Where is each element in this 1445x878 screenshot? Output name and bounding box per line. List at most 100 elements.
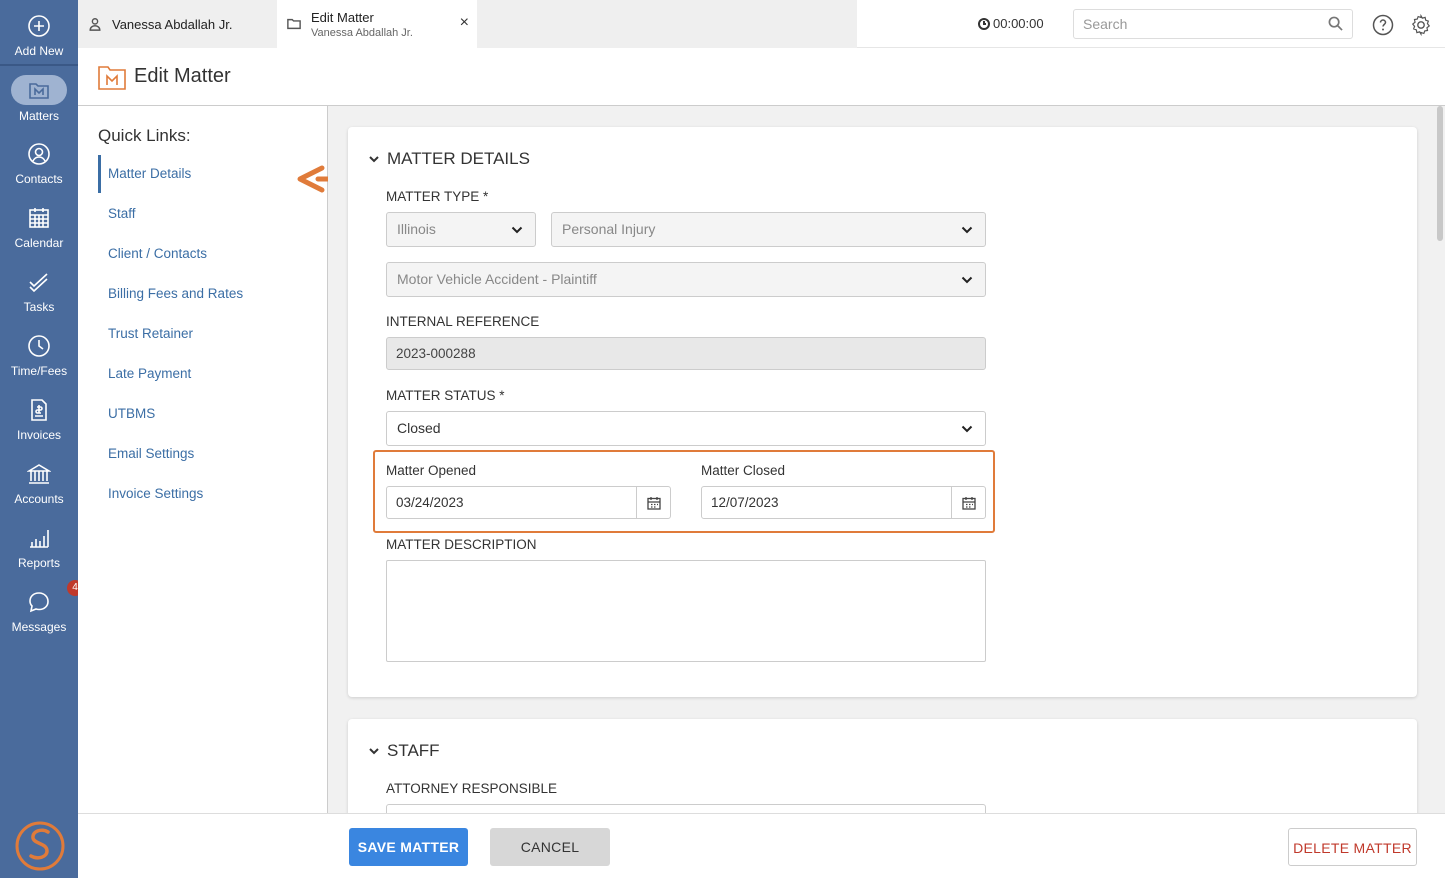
delete-matter-button[interactable]: DELETE MATTER (1288, 828, 1417, 866)
chevron-down-icon (369, 156, 379, 163)
chevron-down-icon (961, 425, 973, 433)
field-divider (636, 487, 637, 518)
scrollbar[interactable] (1435, 106, 1445, 813)
matter-details-header[interactable]: MATTER DETAILS (368, 149, 530, 169)
rail-label: Tasks (23, 300, 55, 314)
internal-reference-label: INTERNAL REFERENCE (386, 314, 540, 329)
quick-link-staff[interactable]: Staff (98, 195, 298, 233)
search-input[interactable] (1073, 9, 1353, 39)
matter-closed-date-field[interactable]: 12/07/2023 (701, 486, 986, 519)
tab-edit-matter[interactable]: Edit Matter Vanessa Abdallah Jr. × (277, 0, 477, 48)
date-value: 03/24/2023 (396, 495, 464, 510)
help-icon[interactable] (1372, 14, 1394, 36)
timer[interactable]: 00:00:00 (978, 16, 1044, 31)
chevron-down-icon (961, 276, 973, 284)
field-divider (951, 487, 952, 518)
chevron-down-icon (511, 226, 523, 234)
quick-link-invoice-settings[interactable]: Invoice Settings (98, 475, 298, 513)
rail-item-time-fees[interactable]: Time/Fees (0, 332, 78, 392)
tab-subtitle: Vanessa Abdallah Jr. (311, 26, 413, 39)
quick-link-late-payment[interactable]: Late Payment (98, 355, 298, 393)
user-icon (89, 18, 101, 31)
top-bar: Vanessa Abdallah Jr. Edit Matter Vanessa… (78, 0, 1445, 48)
tab-bar-empty (477, 0, 857, 48)
rail-item-add-new[interactable]: Add New (0, 12, 78, 72)
folder-icon (287, 18, 301, 30)
scrollbar-thumb[interactable] (1437, 106, 1443, 241)
matter-folder-icon (98, 65, 126, 90)
main-content[interactable]: MATTER DETAILS MATTER TYPE * Illinois Pe… (328, 106, 1445, 813)
quick-link-trust-retainer[interactable]: Trust Retainer (98, 315, 298, 353)
rail-item-matters[interactable]: Matters (0, 75, 78, 135)
page-header: Edit Matter (78, 48, 1445, 106)
staff-header[interactable]: STAFF (368, 741, 440, 761)
matter-description-textarea[interactable] (386, 560, 986, 662)
contacts-icon (25, 140, 53, 168)
matters-icon (11, 75, 67, 105)
staff-card: STAFF ATTORNEY RESPONSIBLE (348, 719, 1417, 813)
matter-closed-label: Matter Closed (701, 463, 786, 478)
save-matter-button[interactable]: SAVE MATTER (349, 828, 468, 866)
timer-value: 00:00:00 (993, 16, 1044, 31)
quick-links-title: Quick Links: (98, 126, 191, 145)
rail-item-invoices[interactable]: Invoices (0, 396, 78, 456)
nav-rail: Add New Matters Contacts Calendar Tasks … (0, 0, 83, 878)
rail-label: Matters (18, 109, 59, 123)
rail-label: Reports (17, 556, 61, 570)
rail-item-accounts[interactable]: Accounts (0, 460, 78, 520)
invoice-icon (25, 396, 53, 424)
timer-icon (978, 17, 990, 30)
matter-subtype-select[interactable]: Motor Vehicle Accident - Plaintiff (386, 262, 986, 297)
gear-icon[interactable] (1410, 14, 1432, 36)
matter-details-card: MATTER DETAILS MATTER TYPE * Illinois Pe… (348, 127, 1417, 697)
rail-item-calendar[interactable]: Calendar (0, 204, 78, 264)
select-value: Closed (397, 420, 441, 436)
close-icon[interactable]: × (460, 14, 469, 32)
rail-item-reports[interactable]: Reports (0, 524, 78, 584)
rail-item-messages[interactable]: 4 Messages (0, 580, 83, 648)
matter-opened-label: Matter Opened (386, 463, 477, 478)
rail-label: Add New (14, 44, 64, 58)
quick-link-email-settings[interactable]: Email Settings (98, 435, 298, 473)
rail-label: Messages (11, 620, 67, 634)
cancel-button[interactable]: CANCEL (490, 828, 610, 866)
page-title: Edit Matter (134, 65, 231, 87)
matter-status-select[interactable]: Closed (386, 411, 986, 446)
select-value: Personal Injury (562, 221, 656, 237)
practice-area-select[interactable]: Personal Injury (551, 212, 986, 247)
rail-label: Time/Fees (10, 364, 68, 378)
chat-icon: 4 (25, 580, 83, 616)
state-select[interactable]: Illinois (386, 212, 536, 247)
rail-item-tasks[interactable]: Tasks (0, 268, 78, 328)
calendar-icon[interactable] (647, 496, 661, 510)
tab-title: Edit Matter (311, 9, 374, 25)
action-bar: SAVE MATTER CANCEL DELETE MATTER (78, 813, 1445, 878)
rail-label: Accounts (14, 492, 64, 506)
matter-description-label: MATTER DESCRIPTION (386, 537, 537, 552)
quick-link-billing-fees[interactable]: Billing Fees and Rates (98, 275, 298, 313)
clock-icon (25, 332, 53, 360)
rail-label: Calendar (14, 236, 64, 250)
section-title: MATTER DETAILS (387, 149, 530, 168)
brand-logo-icon (15, 821, 65, 871)
attorney-responsible-label: ATTORNEY RESPONSIBLE (386, 781, 558, 796)
quick-link-utbms[interactable]: UTBMS (98, 395, 298, 433)
quick-link-matter-details[interactable]: Matter Details (98, 155, 298, 193)
section-title: STAFF (387, 741, 440, 760)
attorney-responsible-select[interactable] (386, 804, 986, 813)
tab-contact[interactable]: Vanessa Abdallah Jr. (78, 0, 277, 48)
quick-links-panel: Quick Links: Matter Details Staff Client… (78, 106, 399, 813)
matter-opened-date-field[interactable]: 03/24/2023 (386, 486, 671, 519)
matter-status-label: MATTER STATUS * (386, 388, 505, 403)
tasks-icon (25, 268, 53, 296)
select-value: Motor Vehicle Accident - Plaintiff (397, 271, 597, 287)
rail-label: Invoices (16, 428, 62, 442)
calendar-icon[interactable] (962, 496, 976, 510)
tab-title: Vanessa Abdallah Jr. (112, 16, 233, 32)
search-icon[interactable] (1328, 16, 1343, 31)
quick-link-client-contacts[interactable]: Client / Contacts (98, 235, 298, 273)
date-value: 12/07/2023 (711, 495, 779, 510)
chevron-down-icon (961, 226, 973, 234)
chevron-down-icon (369, 748, 379, 755)
rail-item-contacts[interactable]: Contacts (0, 140, 78, 200)
